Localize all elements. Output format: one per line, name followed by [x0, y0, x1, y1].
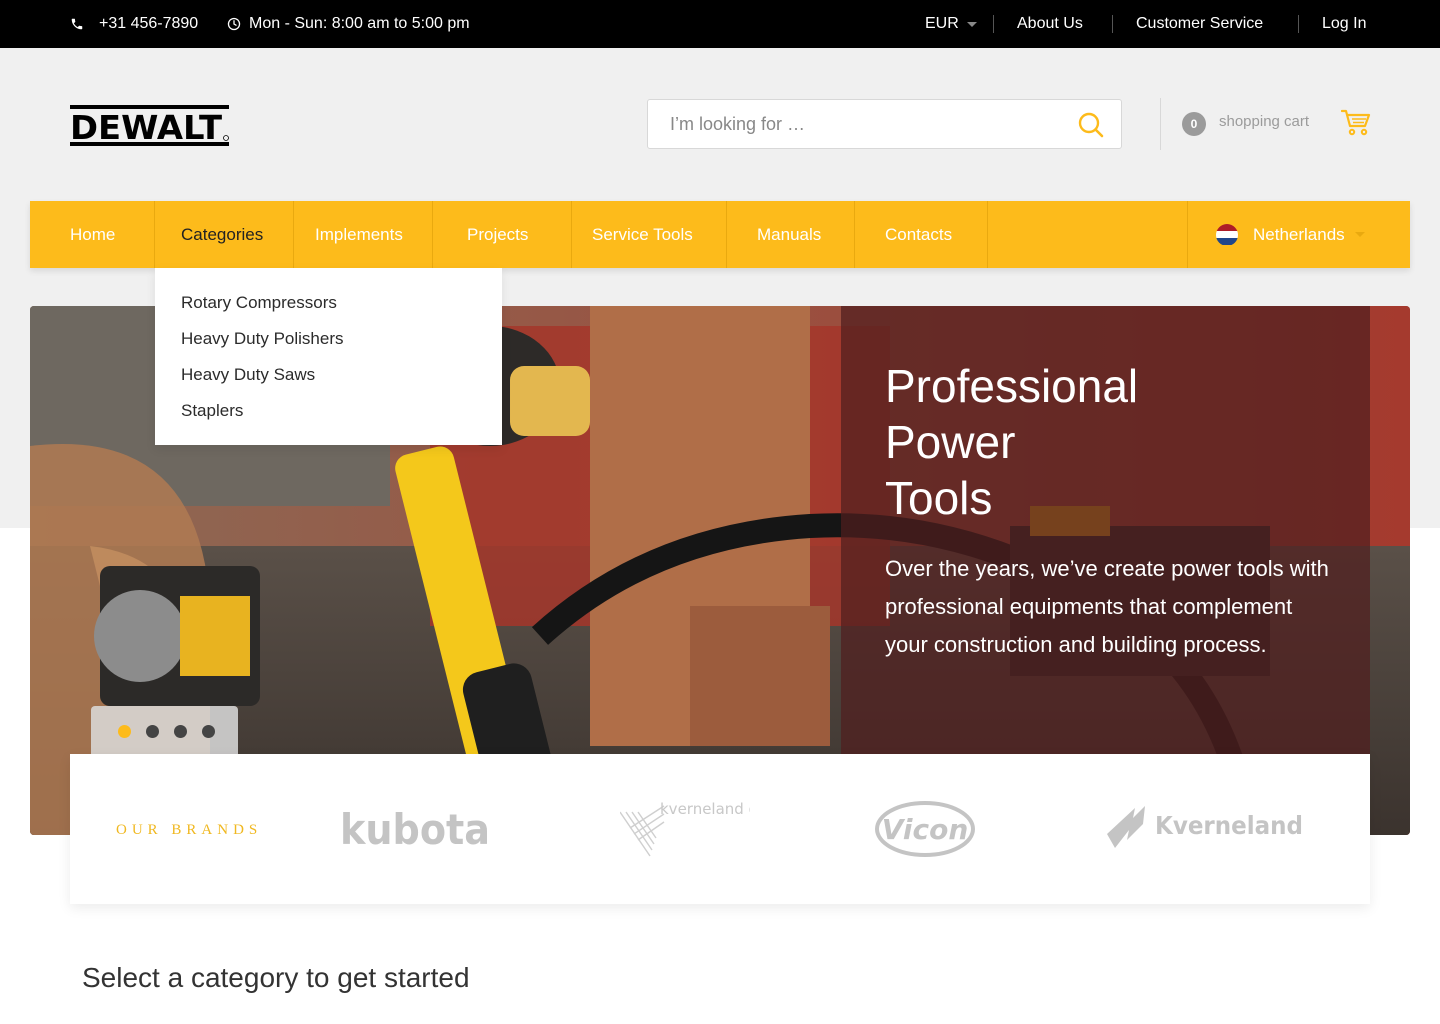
- nav-item-projects[interactable]: Projects: [467, 201, 528, 268]
- currency-label: EUR: [925, 15, 959, 32]
- carousel-pagination: [91, 706, 238, 754]
- customer-service-link[interactable]: Customer Service: [1136, 0, 1263, 48]
- brand-logo-vicon[interactable]: Vicon: [875, 801, 975, 862]
- brand-name: kubota: [340, 806, 490, 852]
- divider: [726, 201, 727, 268]
- dropdown-item-staplers[interactable]: Staplers: [181, 401, 243, 421]
- divider: [854, 201, 855, 268]
- nav-item-service-tools[interactable]: Service Tools: [592, 201, 693, 268]
- divider: [1298, 15, 1299, 33]
- section-title: Select a category to get started: [82, 962, 470, 993]
- country-selector[interactable]: Netherlands: [1216, 201, 1365, 268]
- main-navigation: Home Categories Implements Projects Serv…: [30, 201, 1410, 268]
- logo-text: DEWALT: [70, 108, 223, 147]
- brand-name: Kverneland: [1155, 811, 1303, 840]
- divider: [1112, 15, 1113, 33]
- dropdown-item-rotary-compressors[interactable]: Rotary Compressors: [181, 293, 337, 313]
- divider: [154, 201, 155, 268]
- brands-strip: OUR BRANDS kubota kverneland group Vicon…: [70, 754, 1370, 904]
- netherlands-flag-icon: [1216, 223, 1238, 246]
- country-label: Netherlands: [1253, 224, 1345, 244]
- brand-name: kverneland group: [660, 800, 750, 818]
- phone-icon: [70, 0, 84, 48]
- divider: [1160, 98, 1161, 150]
- login-link[interactable]: Log In: [1322, 0, 1366, 48]
- dewalt-logo-mark: DEWALT: [70, 105, 229, 147]
- carousel-dot-1[interactable]: [118, 725, 131, 738]
- divider: [293, 201, 294, 268]
- search-box[interactable]: [647, 99, 1122, 149]
- carousel-dot-3[interactable]: [174, 725, 187, 738]
- clock-icon: [227, 0, 241, 48]
- divider: [1187, 201, 1188, 268]
- about-us-link[interactable]: About Us: [1017, 0, 1083, 48]
- divider: [432, 201, 433, 268]
- shopping-cart-icon[interactable]: [1340, 109, 1371, 142]
- dropdown-item-heavy-duty-saws[interactable]: Heavy Duty Saws: [181, 365, 315, 385]
- brand-name: Vicon: [882, 813, 969, 846]
- carousel-dot-2[interactable]: [146, 725, 159, 738]
- nav-item-home[interactable]: Home: [70, 201, 115, 268]
- nav-item-categories[interactable]: Categories: [181, 201, 263, 268]
- search-icon[interactable]: [1077, 111, 1105, 144]
- hero-description: Over the years, we’ve create power tools…: [885, 556, 1329, 657]
- chevron-down-icon: [966, 21, 977, 27]
- dropdown-item-heavy-duty-polishers[interactable]: Heavy Duty Polishers: [181, 329, 344, 349]
- brand-logo-kubota[interactable]: kubota: [340, 805, 492, 857]
- currency-selector[interactable]: EUR: [925, 0, 977, 48]
- nav-item-manuals[interactable]: Manuals: [757, 201, 821, 268]
- chevron-down-icon: [1354, 232, 1365, 237]
- cart-label[interactable]: shopping cart: [1219, 113, 1309, 130]
- brand-logo-kverneland-group[interactable]: kverneland group: [619, 798, 792, 865]
- dewalt-logo[interactable]: DEWALT: [70, 105, 230, 147]
- carousel-dot-4[interactable]: [202, 725, 215, 738]
- top-bar: +31 456-7890 Mon - Sun: 8:00 am to 5:00 …: [0, 0, 1440, 48]
- nav-item-contacts[interactable]: Contacts: [885, 201, 952, 268]
- divider: [987, 201, 988, 268]
- divider: [993, 15, 994, 33]
- opening-hours: Mon - Sun: 8:00 am to 5:00 pm: [249, 15, 470, 32]
- search-input[interactable]: [670, 113, 1050, 135]
- brands-label: OUR BRANDS: [116, 822, 263, 838]
- brand-logo-kverneland[interactable]: Kverneland: [1105, 804, 1305, 859]
- cart-count-badge: 0: [1182, 112, 1206, 136]
- divider: [571, 201, 572, 268]
- phone-number[interactable]: +31 456-7890: [99, 0, 198, 48]
- categories-dropdown: Rotary Compressors Heavy Duty Polishers …: [155, 268, 502, 445]
- nav-item-implements[interactable]: Implements: [315, 201, 403, 268]
- hero-title: Professional Power Tools: [885, 360, 1139, 524]
